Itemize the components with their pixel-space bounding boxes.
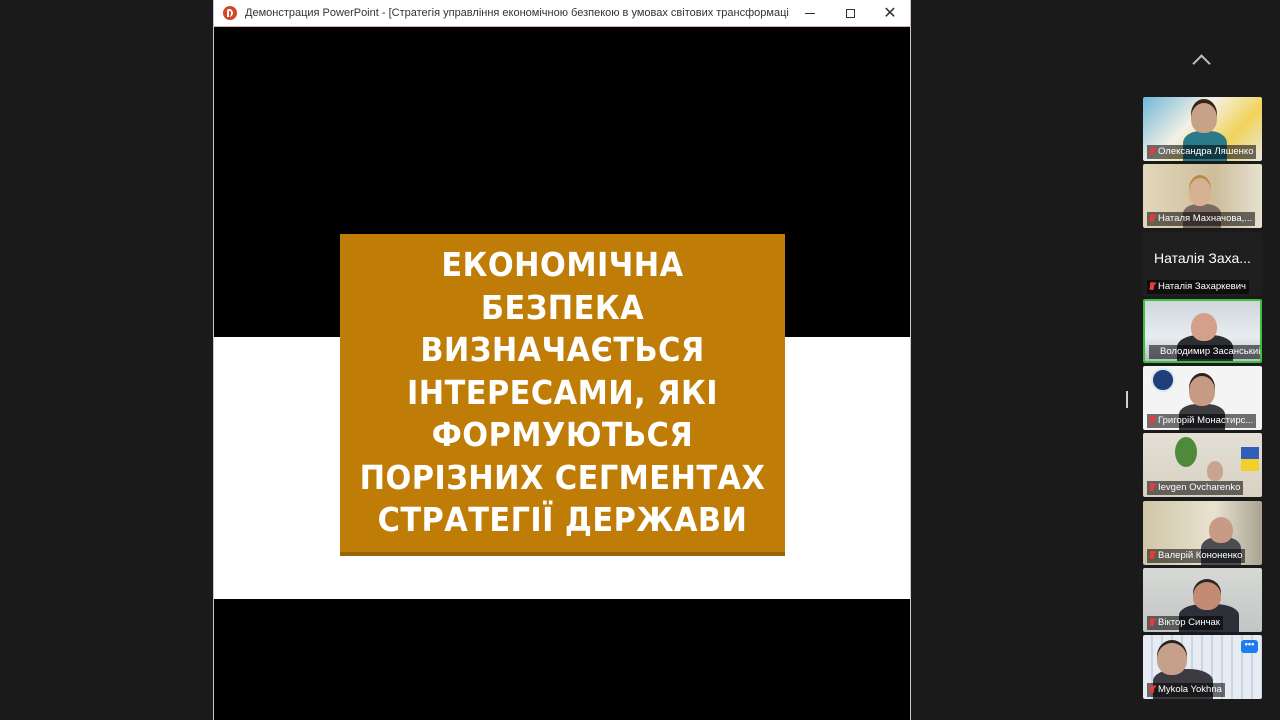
participant-name-label: Григорій Монастирс... [1147, 414, 1257, 429]
participant-name-label: Володимир Засанський. [1149, 344, 1260, 359]
participant-name-label: Олександра Ляшенко [1147, 145, 1257, 159]
participant-tile[interactable]: Григорій Монастирс... [1143, 366, 1262, 431]
participant-tile[interactable]: Наталія Заха... Наталія Захаркевич [1143, 231, 1262, 296]
participant-name-label: Ievgen Ovcharenko [1147, 481, 1244, 496]
window-title: Демонстрация PowerPoint - [Стратегія упр… [245, 7, 790, 19]
flag-decoration [1241, 447, 1259, 472]
mic-muted-icon [1150, 550, 1154, 559]
maximize-button[interactable] [830, 0, 870, 26]
minimize-button[interactable] [790, 0, 830, 26]
participant-face [1191, 103, 1217, 133]
participant-name-label: Віктор Синчак [1147, 616, 1223, 631]
participant-gallery: Олександра Ляшенко Наталя Махначова,... … [1143, 97, 1262, 703]
participant-face [1191, 312, 1217, 341]
window-titlebar[interactable]: Демонстрация PowerPoint - [Стратегія упр… [214, 0, 910, 27]
participant-face [1193, 582, 1221, 611]
participant-face [1209, 516, 1233, 543]
mic-muted-icon [1150, 685, 1154, 694]
minimize-icon [805, 12, 815, 14]
participant-name-label: Валерій Кононенко [1147, 548, 1246, 563]
zoom-meeting-screen: Демонстрация PowerPoint - [Стратегія упр… [0, 0, 1280, 720]
participant-tile[interactable]: Валерій Кононенко [1143, 500, 1262, 565]
plant-decoration [1175, 437, 1197, 468]
organization-logo-icon [1151, 368, 1175, 393]
panel-resize-handle[interactable] [1126, 391, 1128, 408]
mic-muted-icon [1150, 214, 1154, 223]
slide-show-area[interactable]: Економічна безпека визначається інтереса… [214, 28, 910, 720]
maximize-icon [845, 8, 855, 18]
powerpoint-window: Демонстрация PowerPoint - [Стратегія упр… [213, 0, 911, 720]
mic-muted-icon [1150, 281, 1154, 290]
participant-tile-active[interactable]: Володимир Засанський. [1143, 298, 1262, 363]
mic-muted-icon [1150, 483, 1154, 492]
mic-muted-icon [1150, 416, 1154, 425]
participant-display-name: Наталія Заха... [1154, 249, 1251, 266]
participant-tile[interactable]: Наталя Махначова,... [1143, 164, 1262, 229]
participant-face [1207, 461, 1223, 482]
more-options-button[interactable]: ••• [1241, 640, 1258, 654]
slide-text-box: Економічна безпека визначається інтереса… [340, 234, 785, 552]
participant-face [1189, 178, 1211, 207]
participant-tile[interactable]: Олександра Ляшенко [1143, 97, 1262, 161]
close-button[interactable]: ✕ [870, 0, 910, 26]
participant-tile[interactable]: Віктор Синчак [1143, 568, 1262, 633]
mic-muted-icon [1150, 618, 1154, 627]
participant-face [1157, 643, 1187, 676]
participant-tile[interactable]: ••• Mykola Yokhna [1143, 635, 1262, 700]
participant-name-label: Наталя Махначова,... [1147, 212, 1256, 227]
powerpoint-icon [223, 6, 237, 20]
slide-text: Економічна безпека визначається інтереса… [359, 245, 766, 540]
participant-name-label: Наталія Захаркевич [1147, 279, 1249, 294]
participant-face [1189, 376, 1215, 407]
mic-muted-icon [1150, 147, 1154, 155]
gallery-scroll-up-icon[interactable] [1189, 53, 1215, 67]
participant-tile[interactable]: Ievgen Ovcharenko [1143, 433, 1262, 498]
close-icon: ✕ [883, 5, 897, 22]
participant-name-label: Mykola Yokhna [1147, 683, 1225, 698]
